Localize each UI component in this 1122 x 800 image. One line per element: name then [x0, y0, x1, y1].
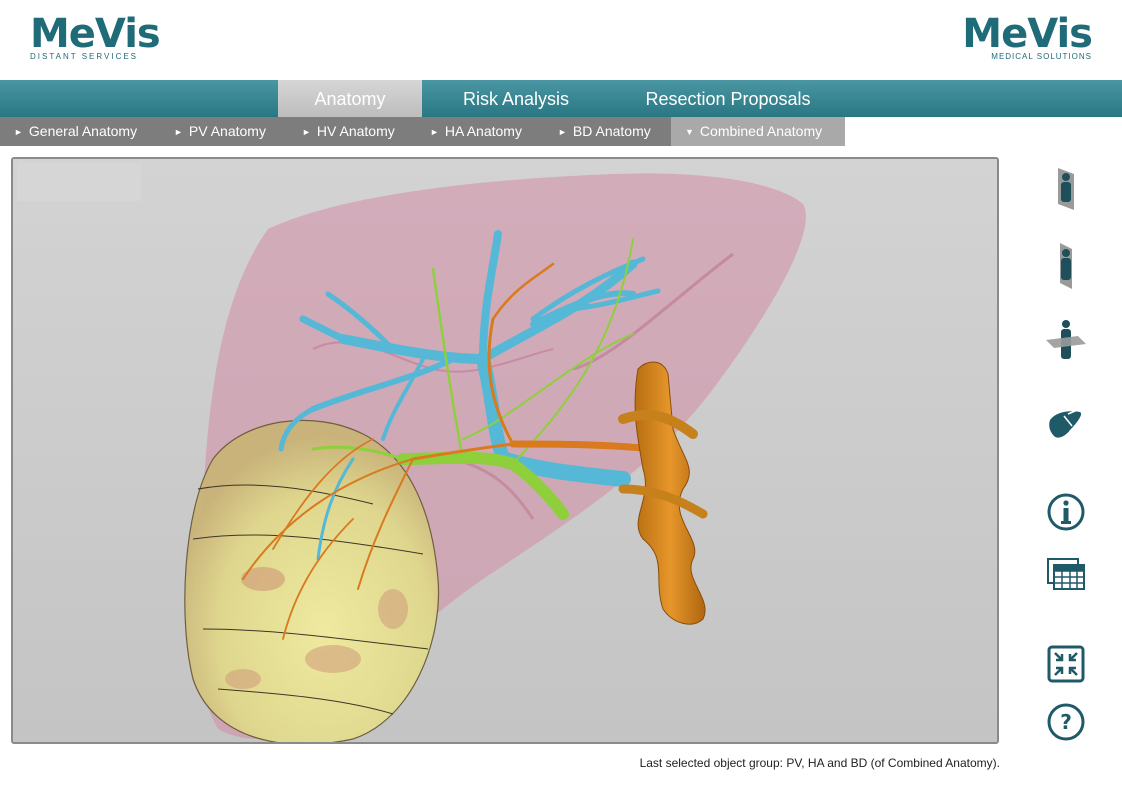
arrow-right-icon: ► — [14, 127, 23, 137]
arrow-right-icon: ► — [430, 127, 439, 137]
liver-3d-rendering — [13, 159, 997, 742]
subtab-ha-anatomy[interactable]: ► HA Anatomy — [416, 117, 544, 146]
tab-risk-analysis[interactable]: Risk Analysis — [432, 80, 600, 117]
tab-resection-proposals[interactable]: Resection Proposals — [612, 80, 844, 117]
svg-text:?: ? — [1060, 710, 1072, 734]
help-icon: ? — [1047, 703, 1085, 741]
tab-anatomy[interactable]: Anatomy — [278, 80, 422, 117]
mevis-distant-services-logo: MeVis DISTANT SERVICES — [30, 11, 161, 61]
subtab-label: Combined Anatomy — [699, 123, 823, 139]
axial-view-button[interactable] — [1044, 318, 1088, 362]
subtab-combined-anatomy[interactable]: ▼ Combined Anatomy — [671, 117, 845, 146]
table-icon — [1047, 558, 1085, 590]
sagittal-view-button[interactable] — [1044, 166, 1088, 210]
liver-3d-button[interactable] — [1044, 402, 1088, 446]
subtab-label: General Anatomy — [28, 123, 138, 139]
arrow-right-icon: ► — [558, 127, 567, 137]
subtab-label: HA Anatomy — [444, 123, 522, 139]
mevis-medical-solutions-logo: MeVis MEDICAL SOLUTIONS — [962, 11, 1093, 61]
subtab-hv-anatomy[interactable]: ► HV Anatomy — [288, 117, 416, 146]
subtab-label: HV Anatomy — [316, 123, 395, 139]
coronal-view-icon — [1060, 243, 1072, 289]
info-icon — [1047, 493, 1085, 531]
arrow-right-icon: ► — [302, 127, 311, 137]
arrow-right-icon: ► — [174, 127, 183, 137]
status-text: Last selected object group: PV, HA and B… — [639, 756, 1000, 770]
shrink-icon — [1047, 645, 1085, 683]
logo-wordmark: MeVis — [30, 11, 161, 57]
coronal-view-button[interactable] — [1044, 243, 1088, 289]
subtab-label: PV Anatomy — [188, 123, 266, 139]
shrink-button[interactable] — [1044, 642, 1088, 686]
liver-3d-icon — [1049, 407, 1083, 438]
subtab-bd-anatomy[interactable]: ► BD Anatomy — [544, 117, 671, 146]
table-button[interactable] — [1044, 552, 1088, 596]
subtab-pv-anatomy[interactable]: ► PV Anatomy — [160, 117, 288, 146]
subtab-general-anatomy[interactable]: ► General Anatomy — [0, 117, 160, 146]
axial-view-icon — [1046, 320, 1086, 359]
info-button[interactable] — [1044, 490, 1088, 534]
tumor — [184, 419, 440, 742]
help-button[interactable]: ? — [1044, 700, 1088, 744]
logo-wordmark: MeVis — [962, 11, 1093, 57]
arrow-down-icon: ▼ — [685, 127, 694, 137]
subtab-label: BD Anatomy — [572, 123, 651, 139]
3d-viewer[interactable] — [11, 157, 999, 744]
sagittal-view-icon — [1058, 168, 1074, 210]
